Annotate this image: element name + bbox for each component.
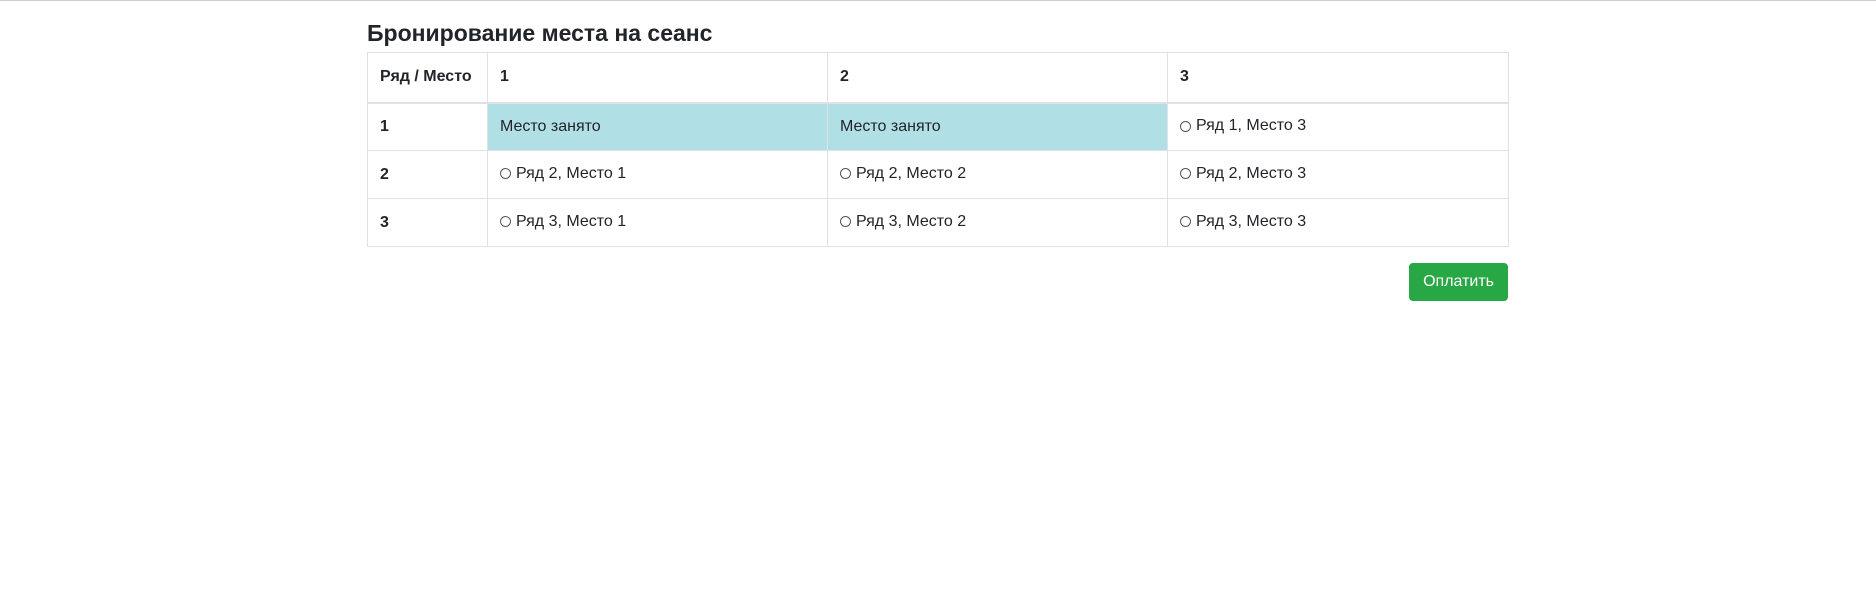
seat-table-body: 1 Место занято Место занято Ряд 1, Место… <box>367 102 1509 247</box>
seat-option-label: Ряд 3, Место 3 <box>1196 212 1307 230</box>
seat-table: Ряд / Место 1 2 3 1 Место занято Место з… <box>367 52 1509 247</box>
column-header-3: 3 <box>1167 52 1509 104</box>
row-label-2: 2 <box>367 150 488 199</box>
seat-radio[interactable] <box>1180 120 1191 132</box>
seat-radio[interactable] <box>500 216 511 228</box>
corner-header: Ряд / Место <box>367 52 488 104</box>
seat-radio[interactable] <box>1180 216 1191 228</box>
seat-option-1-3[interactable]: Ряд 1, Место 3 <box>1180 117 1306 135</box>
seat-radio[interactable] <box>840 168 851 180</box>
seat-option-2-1[interactable]: Ряд 2, Место 1 <box>500 165 626 183</box>
table-row-3: 3 Ряд 3, Место 1 Ряд 3, Место 2 Ряд 3, М… <box>367 198 1509 247</box>
seat-option-3-2[interactable]: Ряд 3, Место 2 <box>840 213 966 231</box>
seat-option-label: Ряд 3, Место 2 <box>856 212 967 230</box>
actions-bar: Оплатить <box>367 263 1508 301</box>
booking-container: Бронирование места на сеанс Ряд / Место … <box>367 14 1509 301</box>
seat-cell-available: Ряд 3, Место 1 <box>487 198 828 247</box>
column-header-2: 2 <box>827 52 1168 104</box>
top-divider <box>0 0 1876 1</box>
page-title: Бронирование места на сеанс <box>367 20 713 46</box>
seat-table-header: Ряд / Место 1 2 3 <box>367 52 1509 104</box>
table-row-2: 2 Ряд 2, Место 1 Ряд 2, Место 2 Ряд 2, М… <box>367 150 1509 199</box>
seat-taken-text: Место занято <box>840 117 941 135</box>
seat-option-label: Ряд 2, Место 3 <box>1196 164 1307 182</box>
seat-option-2-3[interactable]: Ряд 2, Место 3 <box>1180 165 1306 183</box>
column-header-1: 1 <box>487 52 828 104</box>
seat-cell-available: Ряд 3, Место 3 <box>1167 198 1509 247</box>
header-row: Ряд / Место 1 2 3 <box>367 52 1509 104</box>
seat-cell-available: Ряд 3, Место 2 <box>827 198 1168 247</box>
seat-option-label: Ряд 1, Место 3 <box>1196 117 1307 134</box>
seat-option-3-1[interactable]: Ряд 3, Место 1 <box>500 213 626 231</box>
seat-cell-taken: Место занято <box>487 102 828 151</box>
seat-cell-available: Ряд 2, Место 2 <box>827 150 1168 199</box>
seat-radio[interactable] <box>500 168 511 180</box>
row-label-1: 1 <box>367 102 488 151</box>
seat-radio[interactable] <box>840 216 851 228</box>
pay-button[interactable]: Оплатить <box>1409 263 1508 301</box>
seat-cell-available: Ряд 2, Место 1 <box>487 150 828 199</box>
seat-radio[interactable] <box>1180 168 1191 180</box>
seat-option-2-2[interactable]: Ряд 2, Место 2 <box>840 165 966 183</box>
seat-cell-available: Ряд 2, Место 3 <box>1167 150 1509 199</box>
table-row-1: 1 Место занято Место занято Ряд 1, Место… <box>367 102 1509 151</box>
seat-option-label: Ряд 2, Место 2 <box>856 164 967 182</box>
seat-taken-text: Место занято <box>500 117 601 135</box>
seat-option-3-3[interactable]: Ряд 3, Место 3 <box>1180 213 1306 231</box>
seat-cell-available: Ряд 1, Место 3 <box>1167 102 1509 151</box>
seat-option-label: Ряд 3, Место 1 <box>516 212 627 230</box>
seat-option-label: Ряд 2, Место 1 <box>516 164 627 182</box>
seat-cell-taken: Место занято <box>827 102 1168 151</box>
row-label-3: 3 <box>367 198 488 247</box>
